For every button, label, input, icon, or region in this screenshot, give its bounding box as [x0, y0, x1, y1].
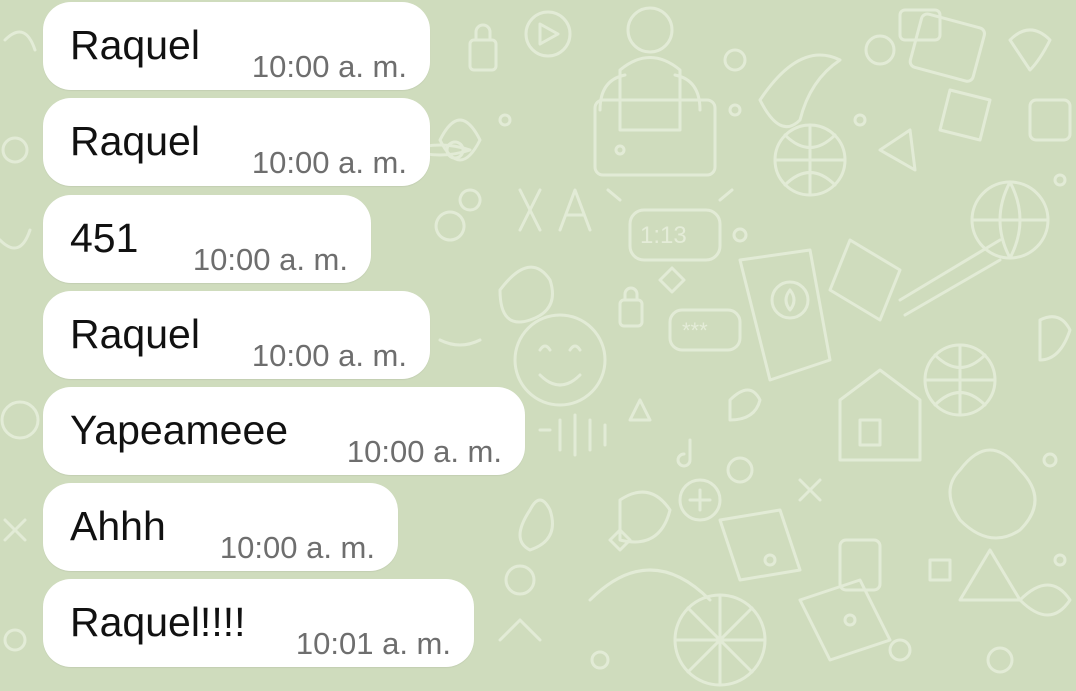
message-timestamp: 10:00 a. m.: [251, 338, 407, 373]
message-bubble[interactable]: Yapeameee 10:00 a. m.: [43, 387, 525, 475]
message-timestamp: 10:01 a. m.: [295, 626, 451, 661]
message-bubble[interactable]: Ahhh 10:00 a. m.: [43, 483, 398, 571]
message-text: Raquel: [70, 118, 200, 164]
message-bubble[interactable]: Raquel!!!! 10:01 a. m.: [43, 579, 474, 667]
message-bubble[interactable]: Raquel 10:00 a. m.: [43, 98, 430, 186]
message-text: 451: [70, 215, 139, 261]
message-text: Raquel!!!!: [70, 599, 246, 645]
message-bubble[interactable]: 451 10:00 a. m.: [43, 195, 371, 283]
message-text: Yapeameee: [70, 407, 289, 453]
message-timestamp: 10:00 a. m.: [192, 242, 348, 277]
message-timestamp: 10:00 a. m.: [219, 530, 375, 565]
message-list[interactable]: Raquel 10:00 a. m. Raquel 10:00 a. m. 45…: [0, 0, 1076, 691]
message-text: Raquel: [70, 311, 200, 357]
message-text: Raquel: [70, 22, 200, 68]
message-bubble[interactable]: Raquel 10:00 a. m.: [43, 291, 430, 379]
message-bubble[interactable]: Raquel 10:00 a. m.: [43, 2, 430, 90]
message-timestamp: 10:00 a. m.: [251, 49, 407, 84]
message-text: Ahhh: [70, 503, 166, 549]
message-timestamp: 10:00 a. m.: [346, 434, 502, 469]
message-timestamp: 10:00 a. m.: [251, 145, 407, 180]
